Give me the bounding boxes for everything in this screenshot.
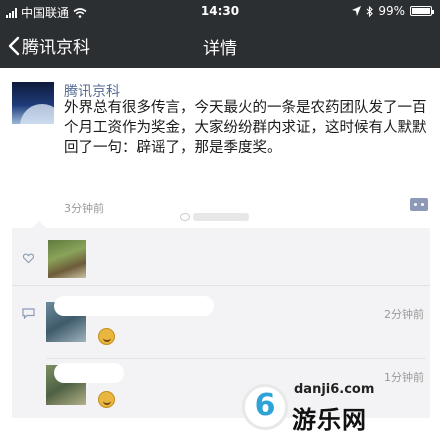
- comment-action-button[interactable]: [410, 198, 428, 211]
- watermark-logo-char: 6: [254, 388, 276, 423]
- watermark-name: 游乐网: [292, 406, 367, 434]
- post-time: 3分钟前: [64, 202, 104, 215]
- heart-icon: [23, 253, 34, 264]
- likes-row: [12, 228, 430, 286]
- smile-emoji-icon: [98, 391, 115, 408]
- weibo-watermark: [180, 213, 249, 221]
- moment-post: 腾讯京科 外界总有很多传言，今天最火的一条是农药团队发了一百个月工资作为奖金，大…: [0, 68, 440, 228]
- watermark-logo-icon: 6: [242, 384, 288, 430]
- status-right: 99%: [352, 4, 434, 18]
- comment-time: 2分钟前: [384, 308, 424, 321]
- battery-icon: [410, 6, 434, 16]
- post-content: 外界总有很多传言，今天最火的一条是农药团队发了一百个月工资作为奖金，大家纷纷群内…: [64, 100, 427, 156]
- comment-icon: [22, 308, 35, 319]
- site-watermark: 6 danji6.com 游乐网: [242, 376, 432, 436]
- comment-item: 2分钟前: [46, 296, 426, 358]
- liker-avatar[interactable]: [48, 240, 86, 278]
- page-title: 详情: [203, 39, 237, 59]
- weibo-eye-icon: [180, 213, 190, 221]
- location-icon: [352, 6, 362, 16]
- nav-bar: 腾讯京科 详情: [0, 22, 440, 68]
- weibo-handle-blur: [193, 213, 249, 221]
- redacted-name: [54, 296, 214, 316]
- status-bar: 中国联通 14:30 99%: [0, 0, 440, 22]
- author-avatar[interactable]: [12, 82, 54, 124]
- avatar-planet: [20, 104, 54, 124]
- battery-percent: 99%: [378, 4, 405, 18]
- battery-fill: [412, 8, 430, 14]
- watermark-url: danji6.com: [294, 382, 375, 397]
- bluetooth-icon: [366, 5, 374, 17]
- redacted-name: [54, 363, 124, 383]
- smile-emoji-icon: [98, 328, 115, 345]
